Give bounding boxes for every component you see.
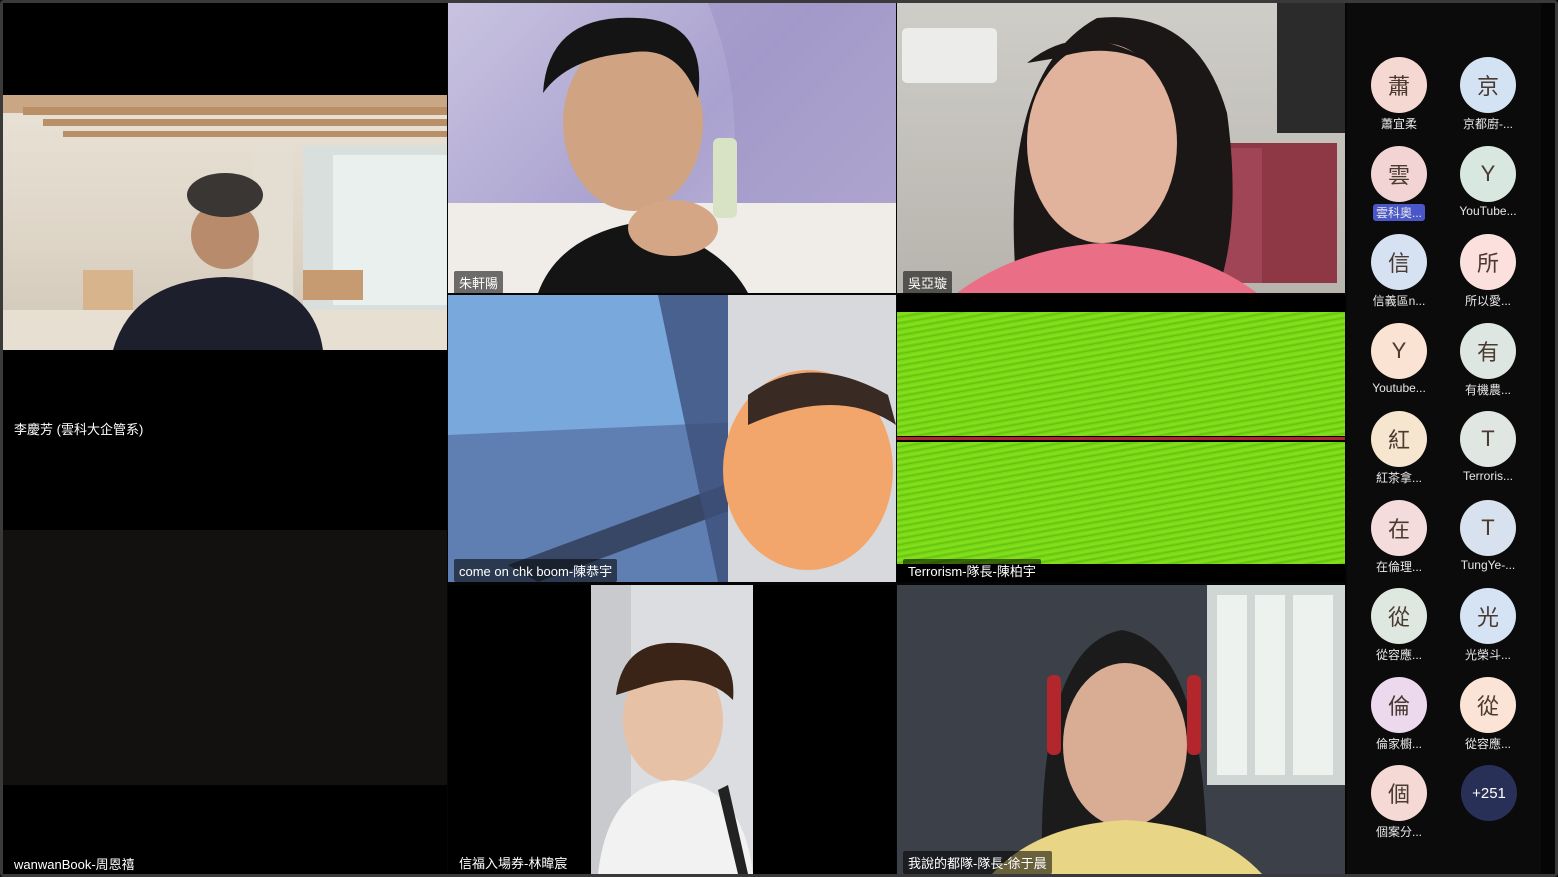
roster-item[interactable]: 從從容應... — [1359, 588, 1439, 668]
roster-item[interactable]: 在在倫理... — [1359, 499, 1439, 580]
roster-item-label: TungYe-... — [1460, 557, 1516, 572]
roster-item[interactable]: 雲雲科奧... — [1359, 145, 1439, 226]
participant-name: 我說的都隊-隊長-徐于晨 — [903, 851, 1052, 874]
roster-item[interactable]: Y YouTube... — [1448, 145, 1528, 226]
roster-item[interactable]: 蕭蕭宜柔 — [1359, 57, 1439, 137]
roster-item-label: 在倫理... — [1375, 559, 1422, 574]
roster-item-label: 信義區n... — [1372, 294, 1426, 308]
participant-name: 李慶芳 (雲科大企管系) — [14, 422, 144, 437]
participant-roster: 蕭蕭宜柔京京都廚-... 雲雲科奧... Y YouTube... 信信義區n... 所所… — [1347, 3, 1541, 874]
avatar: 在 — [1371, 499, 1427, 556]
video-tile-8[interactable]: 我說的都隊-隊長-徐于晨 — [897, 585, 1345, 874]
video-tile-2[interactable]: wanwanBook-周恩禧 — [3, 530, 447, 874]
roster-item[interactable]: 倫倫家櫥... — [1359, 676, 1439, 757]
roster-item[interactable]: 京京都廚-... — [1448, 57, 1528, 137]
video-tile-4[interactable]: 吳亞璇 — [897, 3, 1345, 293]
avatar: 信 — [1371, 234, 1427, 290]
participant-name: 吳亞璇 — [903, 271, 953, 293]
participant-name: 信福入場券-林暐宸 — [459, 856, 568, 871]
roster-item[interactable]: 從從容應... — [1448, 676, 1528, 757]
roster-item[interactable]: 所所以愛... — [1448, 234, 1528, 314]
roster-item-label: 光榮斗... — [1464, 648, 1511, 662]
avatar: 從 — [1371, 588, 1427, 644]
avatar: T — [1460, 499, 1516, 556]
avatar: 倫 — [1371, 676, 1427, 733]
more-participants-button[interactable]: +251 — [1449, 765, 1529, 845]
video-feed — [902, 3, 1345, 293]
roster-item[interactable]: 有有機農... — [1448, 322, 1528, 403]
roster-item-label: 有機農... — [1464, 382, 1511, 397]
avatar: 蕭 — [1371, 57, 1427, 113]
avatar: 光 — [1460, 588, 1516, 644]
avatar: 紅 — [1371, 411, 1427, 467]
avatar: 個 — [1371, 765, 1427, 821]
roster-item-label: 從容應... — [1375, 648, 1422, 662]
video-tile-3[interactable]: 朱軒陽 — [448, 3, 896, 293]
roster-item[interactable]: T Terroris... — [1448, 411, 1528, 491]
roster-item-label: 從容應... — [1464, 736, 1511, 751]
video-feed — [591, 585, 753, 874]
avatar: Y — [1371, 322, 1427, 379]
avatar: 有 — [1460, 322, 1516, 379]
video-tile-1[interactable]: 李慶芳 (雲科大企管系) — [3, 3, 447, 530]
avatar: 京 — [1460, 57, 1516, 113]
roster-item-label: 所以愛... — [1464, 294, 1511, 308]
roster-item[interactable]: 個個案分... — [1359, 765, 1439, 845]
roster-item-label: 倫家櫥... — [1375, 736, 1422, 751]
video-feed — [3, 95, 447, 350]
avatar: 從 — [1460, 676, 1516, 733]
video-feed — [897, 312, 1345, 436]
participant-name: Terrorism-隊長-陳柏宇 — [903, 559, 1041, 582]
roster-item-label: 個案分... — [1375, 825, 1422, 839]
participant-name: come on chk boom-陳恭宇 — [454, 559, 618, 582]
video-feed — [3, 530, 447, 785]
roster-item-label: YouTube... — [1459, 203, 1517, 218]
roster-item[interactable]: Y Youtube... — [1359, 322, 1439, 403]
roster-item-label: 京都廚-... — [1463, 117, 1513, 131]
video-feed — [448, 3, 896, 293]
roster-item[interactable]: 信信義區n... — [1359, 234, 1439, 314]
roster-item-label: 紅茶拿... — [1375, 471, 1422, 485]
participant-name: wanwanBook-周恩禧 — [14, 857, 135, 872]
avatar: 雲 — [1371, 145, 1427, 202]
roster-item[interactable]: T TungYe-... — [1448, 499, 1528, 580]
meeting-window: 李慶芳 (雲科大企管系) wanwanBook-周恩禧 朱軒陽 吳亞璇 come… — [0, 0, 1558, 877]
roster-item-label: 雲科奧... — [1372, 203, 1425, 221]
avatar: 所 — [1460, 234, 1516, 290]
video-feed — [897, 585, 1345, 874]
video-feed — [448, 295, 896, 582]
roster-item-label: 蕭宜柔 — [1380, 117, 1417, 131]
more-participants-count: +251 — [1461, 765, 1517, 821]
roster-item[interactable]: 紅紅茶拿... — [1359, 411, 1439, 491]
participant-name: 朱軒陽 — [454, 271, 504, 293]
video-tile-6[interactable]: Terrorism-隊長-陳柏宇 — [897, 295, 1345, 582]
roster-item-label: Terroris... — [1462, 469, 1513, 483]
video-tile-5[interactable]: come on chk boom-陳恭宇 — [448, 295, 896, 582]
roster-item-label: Youtube... — [1372, 380, 1426, 395]
roster-item[interactable]: 光光榮斗... — [1448, 588, 1528, 668]
avatar: T — [1460, 411, 1516, 467]
video-tile-7[interactable]: 信福入場券-林暐宸 — [448, 585, 896, 874]
avatar: Y — [1460, 145, 1516, 202]
